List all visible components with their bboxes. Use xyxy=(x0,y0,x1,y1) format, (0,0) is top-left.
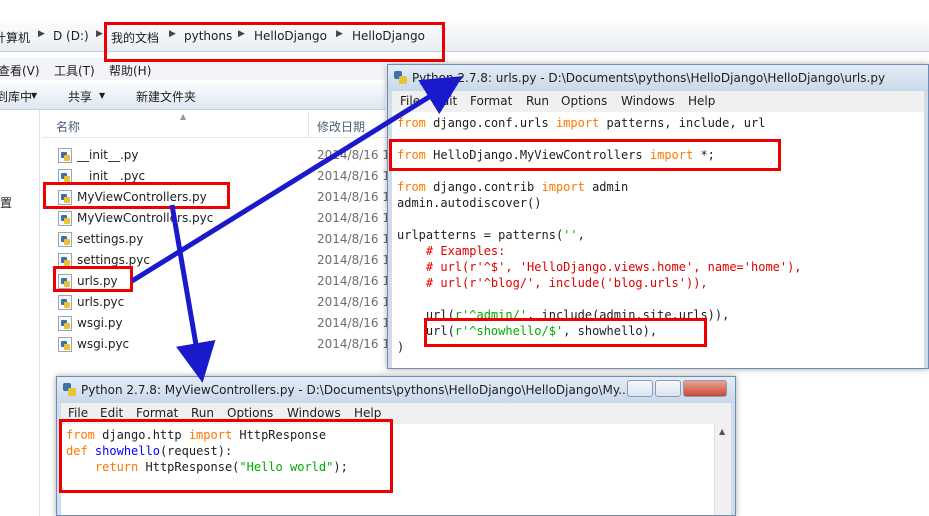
arrow-views-to-editor xyxy=(169,204,216,383)
annotation-arrows xyxy=(130,76,463,383)
